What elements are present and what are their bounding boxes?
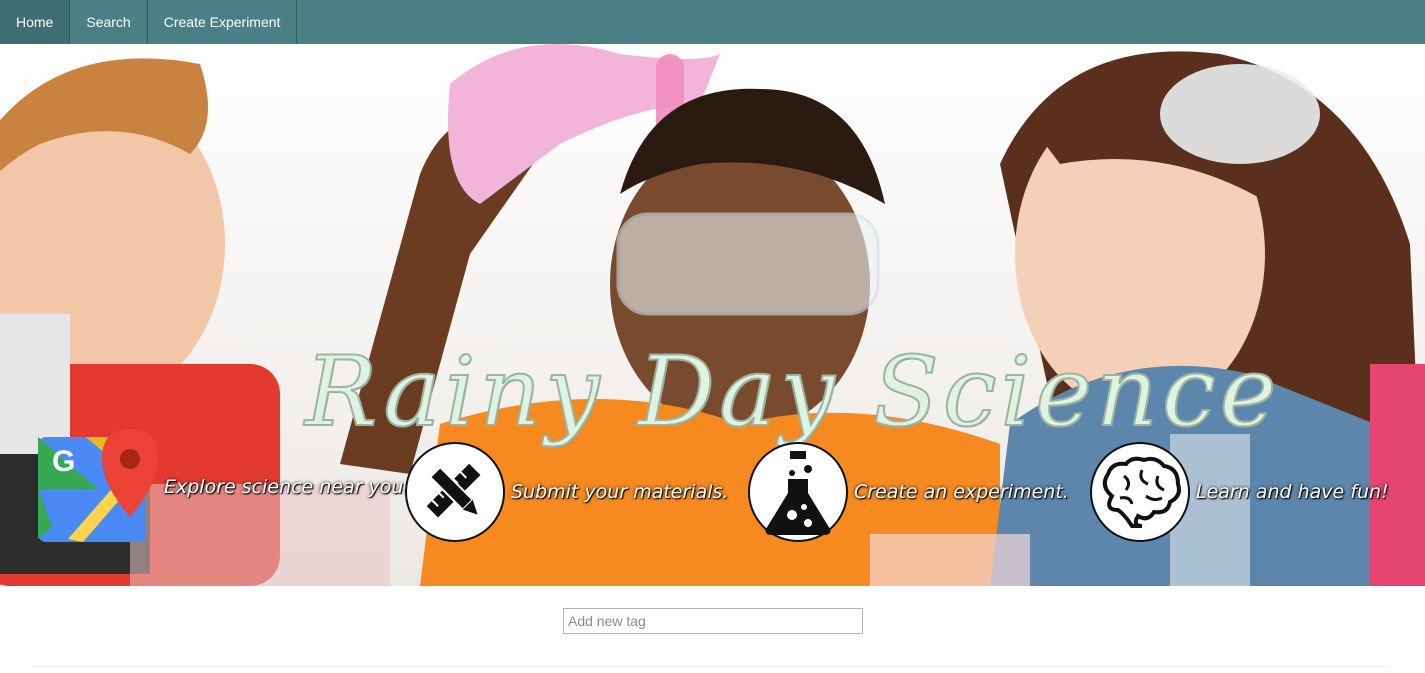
feature-create-label: Create an experiment. [854, 481, 1069, 503]
feature-submit-label: Submit your materials. [511, 481, 729, 503]
feature-learn[interactable]: Learn and have fun! [1090, 442, 1389, 542]
feature-submit[interactable]: Submit your materials. [405, 442, 728, 542]
brain-icon [1090, 442, 1190, 542]
nav-search-link[interactable]: Search [70, 0, 148, 44]
section-divider [30, 666, 1390, 667]
feature-learn-label: Learn and have fun! [1196, 481, 1389, 503]
google-maps-icon: G [38, 429, 158, 542]
nav-home-link[interactable]: Home [0, 0, 71, 44]
ruler-pencil-icon [405, 442, 505, 542]
feature-explore-label: Explore science near you. [164, 475, 410, 498]
add-tag-input[interactable] [563, 608, 863, 634]
site-title: Rainy Day Science [304, 336, 1281, 448]
svg-text:G: G [52, 445, 75, 478]
feature-create[interactable]: Create an experiment. [748, 442, 1069, 542]
flask-icon [748, 442, 848, 542]
top-navbar: Home Search Create Experiment [0, 0, 1425, 44]
nav-create-experiment-link[interactable]: Create Experiment [148, 0, 298, 44]
feature-explore[interactable]: G Explore science near you. [38, 429, 409, 544]
hero-banner: Rainy Day Science G Explore science near… [0, 44, 1425, 586]
